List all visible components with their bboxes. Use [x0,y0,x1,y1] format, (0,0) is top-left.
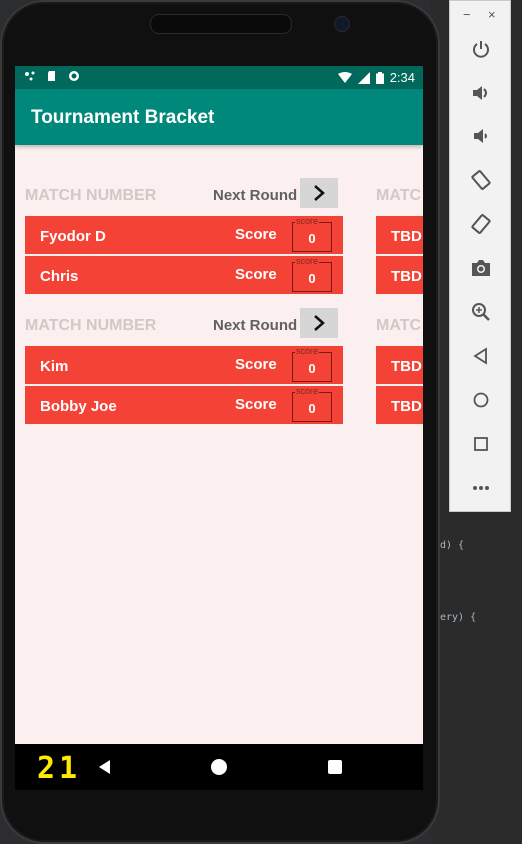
ide-code-line: d) { [440,540,465,551]
back-icon[interactable] [95,757,115,777]
back-button[interactable] [465,340,497,372]
more-dots-icon [473,486,489,490]
score-field-caption: score [295,346,320,356]
player-name: Kim [40,358,69,375]
score-field-caption: score [295,386,320,396]
chevron-right-icon [314,185,325,201]
score-field-caption: score [295,216,320,226]
volume-down-icon [474,129,487,143]
score-input[interactable] [293,228,331,248]
app-bar: Tournament Bracket [15,89,423,145]
rotate-left-button[interactable] [465,164,497,196]
volume-up-button[interactable] [465,77,497,109]
earpiece-speaker [150,14,292,34]
match-number-label: MATCH NUMBER [25,317,157,334]
minimize-button[interactable]: − [463,7,471,22]
navigation-bar: 21 [15,744,423,790]
score-field-box: score [292,386,332,422]
player-row: TBD [376,256,423,294]
player-name: TBD [391,268,422,285]
score-field-box: score [292,256,332,292]
screenshot-button[interactable] [465,252,497,284]
match-number-label: MATCH NUMBER [25,187,157,204]
next-round-label: Next Round [213,187,298,204]
score-label: Score [235,356,277,373]
front-camera [334,16,350,32]
player-name: TBD [391,358,422,375]
player-name: Bobby Joe [40,398,117,415]
recents-icon[interactable] [325,757,345,777]
power-icon [473,41,489,58]
home-icon[interactable] [209,757,229,777]
score-label: Score [235,396,277,413]
status-bar: 2:34 [15,66,423,89]
score-input[interactable] [293,268,331,288]
score-input[interactable] [293,358,331,378]
score-label: Score [235,226,277,243]
bracket-content[interactable]: MATCH NUMBER Next Round Fyodor D Score s… [15,145,423,744]
player-name: Chris [40,268,79,285]
rotate-left-icon [471,170,491,190]
volume-down-button[interactable] [465,120,497,152]
match-card-next-round: MATC TBD TBD [376,308,423,424]
score-field-box: score [292,216,332,252]
wifi-icon [337,71,352,83]
player-name: TBD [391,398,422,415]
player-row: TBD [376,386,423,424]
rotate-right-button[interactable] [465,208,497,240]
player-row: Fyodor D Score score [25,216,343,254]
close-button[interactable]: × [488,7,496,22]
device-screen: 2:34 Tournament Bracket MATCH NUMBER Nex… [15,66,423,744]
match-card: MATCH NUMBER Next Round Kim Score score … [25,308,345,424]
next-round-button[interactable] [300,178,338,208]
overview-button[interactable] [465,428,497,460]
camera-icon [472,260,490,276]
player-row: Bobby Joe Score score [25,386,343,424]
score-input[interactable] [293,398,331,418]
status-time: 2:34 [389,70,415,85]
rotate-right-icon [471,214,491,234]
player-name: TBD [391,228,422,245]
chevron-right-icon [314,315,325,331]
fps-counter: 21 [37,751,82,786]
player-name: Fyodor D [40,228,106,245]
player-row: Chris Score score [25,256,343,294]
sd-card-icon [48,71,55,81]
match-card-next-round: MATC TBD TBD [376,178,423,294]
notification-dots-icon [25,71,35,81]
player-row: TBD [376,346,423,384]
overview-square-icon [474,437,488,451]
battery-icon [375,71,384,84]
match-number-label: MATC [376,187,422,204]
signal-icon [357,71,370,84]
match-number-label: MATC [376,317,422,334]
next-round-button[interactable] [300,308,338,338]
back-triangle-icon [473,347,487,365]
zoom-in-icon [472,303,490,321]
player-row: Kim Score score [25,346,343,384]
emulator-toolbar: − × [449,0,511,512]
ide-code-line: ery) { [440,612,477,623]
next-round-label: Next Round [213,317,298,334]
zoom-button[interactable] [465,296,497,328]
app-title: Tournament Bracket [31,107,215,128]
score-field-box: score [292,346,332,382]
player-row: TBD [376,216,423,254]
home-button[interactable] [465,384,497,416]
score-label: Score [235,266,277,283]
more-button[interactable] [465,472,497,504]
home-circle-icon [473,392,489,408]
power-button[interactable] [465,33,497,65]
score-field-caption: score [295,256,320,266]
device-frame: 2:34 Tournament Bracket MATCH NUMBER Nex… [0,0,440,844]
match-card: MATCH NUMBER Next Round Fyodor D Score s… [25,178,345,294]
sync-circle-icon [69,71,79,81]
volume-up-icon [473,86,487,100]
